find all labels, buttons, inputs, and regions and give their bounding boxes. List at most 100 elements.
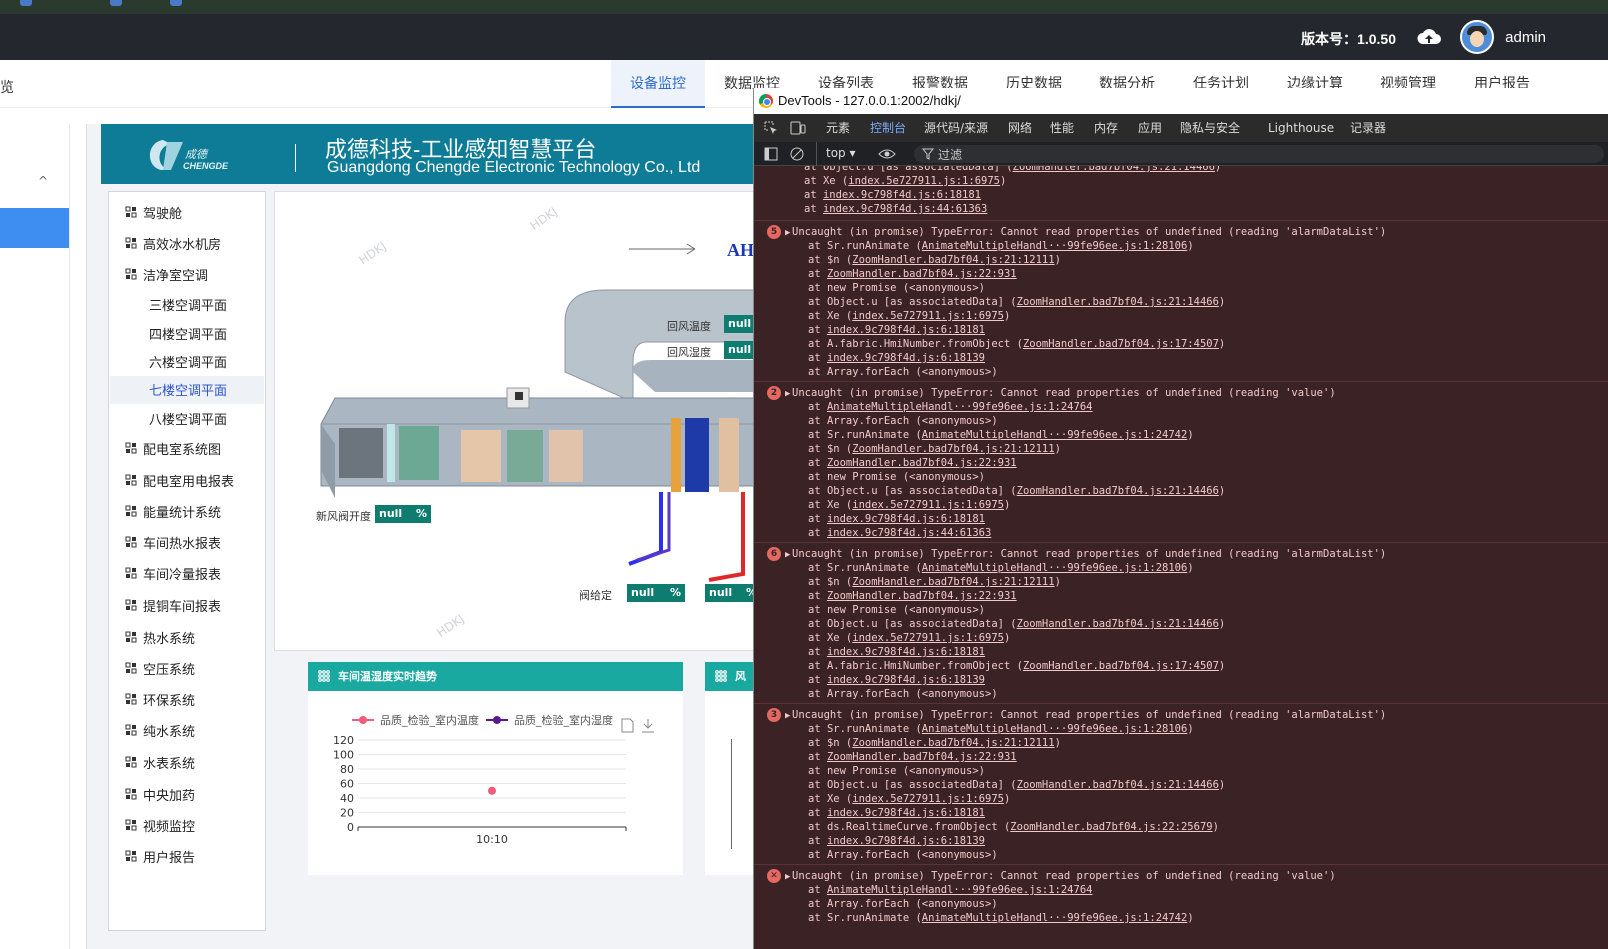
devtools-tab[interactable]: 性能: [1050, 114, 1074, 142]
menu-item[interactable]: 提铜车间报表: [125, 594, 221, 616]
source-link[interactable]: index.5e727911.js:1:6975: [852, 632, 1004, 644]
source-link[interactable]: ZoomHandler.bad7bf04.js:21:12111: [852, 576, 1054, 588]
devtools-tab[interactable]: 控制台: [870, 114, 907, 144]
console-error-entry[interactable]: 2 ▶ Uncaught (in promise) TypeError: Canno…: [754, 381, 1608, 542]
tab-device-monitor[interactable]: 设备监控: [611, 60, 705, 108]
source-link[interactable]: index.5e727911.js:1:6975: [852, 310, 1004, 322]
devtools-tab[interactable]: 记录器: [1350, 114, 1386, 142]
expand-triangle-icon[interactable]: ▶: [785, 709, 790, 723]
cloud-upload-icon[interactable]: [1416, 24, 1442, 50]
source-link[interactable]: ZoomHandler.bad7bf04.js:22:931: [827, 751, 1017, 763]
menu-item[interactable]: 高效冰水机房: [125, 232, 221, 254]
source-link[interactable]: index.9c798f4d.js:6:18139: [827, 674, 985, 686]
menu-item[interactable]: 三楼空调平面: [149, 293, 227, 315]
source-link[interactable]: ZoomHandler.bad7bf04.js:21:12111: [852, 443, 1054, 455]
inspect-icon[interactable]: [764, 121, 778, 135]
menu-item[interactable]: 纯水系统: [125, 719, 195, 741]
device-toolbar-icon[interactable]: [790, 121, 806, 135]
menu-item[interactable]: 能量统计系统: [125, 500, 221, 522]
menu-item[interactable]: 配电室用电报表: [125, 469, 234, 491]
source-link[interactable]: index.9c798f4d.js:44:61363: [823, 203, 987, 215]
source-link[interactable]: index.5e727911.js:1:6975: [848, 175, 1000, 187]
source-link[interactable]: index.5e727911.js:1:6975: [852, 793, 1004, 805]
source-link[interactable]: index.9c798f4d.js:6:18139: [827, 835, 985, 847]
source-link[interactable]: AnimateMultipleHandl···99fe96ee.js:1:247…: [922, 912, 1188, 924]
menu-item[interactable]: 车间冷量报表: [125, 562, 221, 584]
menu-item[interactable]: 八楼空调平面: [149, 407, 227, 429]
source-link[interactable]: index.9c798f4d.js:6:18181: [827, 646, 985, 658]
source-link[interactable]: index.9c798f4d.js:44:61363: [827, 527, 991, 539]
menu-item[interactable]: 中央加药: [125, 783, 195, 805]
expand-triangle-icon[interactable]: ▶: [785, 870, 790, 884]
menu-item[interactable]: 配电室系统图: [125, 437, 221, 459]
console-error-entry[interactable]: 3 ▶ Uncaught (in promise) TypeError: Canno…: [754, 703, 1608, 864]
console-error-entry[interactable]: 5 ▶ Uncaught (in promise) TypeError: Canno…: [754, 220, 1608, 381]
source-link[interactable]: index.9c798f4d.js:6:18181: [823, 189, 981, 201]
source-link[interactable]: ZoomHandler.bad7bf04.js:21:12111: [852, 737, 1054, 749]
menu-item[interactable]: 热水系统: [125, 626, 195, 648]
expand-triangle-icon[interactable]: ▶: [785, 387, 790, 401]
menu-item[interactable]: 驾驶舱: [125, 201, 182, 223]
source-link[interactable]: ZoomHandler.bad7bf04.js:17:4507: [1023, 660, 1219, 672]
source-link[interactable]: ZoomHandler.bad7bf04.js:21:14466: [1017, 618, 1219, 630]
source-link[interactable]: ZoomHandler.bad7bf04.js:17:4507: [1023, 338, 1219, 350]
menu-item-label: 环保系统: [143, 693, 196, 709]
source-link[interactable]: index.9c798f4d.js:6:18181: [827, 324, 985, 336]
outer-sidebar-selected-item[interactable]: [0, 208, 69, 248]
sidebar-toggle-icon[interactable]: [764, 147, 778, 161]
source-link[interactable]: ZoomHandler.bad7bf04.js:22:931: [827, 590, 1017, 602]
menu-item[interactable]: 用户报告: [125, 845, 195, 867]
source-link[interactable]: AnimateMultipleHandl···99fe96ee.js:1:281…: [922, 240, 1188, 252]
source-link[interactable]: AnimateMultipleHandl···99fe96ee.js:1:281…: [922, 562, 1188, 574]
tab-icon[interactable]: [170, 0, 182, 6]
devtools-tab[interactable]: 隐私与安全: [1180, 114, 1240, 142]
source-link[interactable]: ZoomHandler.bad7bf04.js:21:14466: [1017, 296, 1219, 308]
expand-triangle-icon[interactable]: ▶: [785, 226, 790, 240]
menu-item[interactable]: 环保系统: [125, 688, 195, 710]
source-link[interactable]: ZoomHandler.bad7bf04.js:22:931: [827, 268, 1017, 280]
menu-item[interactable]: 车间热水报表: [125, 531, 221, 553]
menu-item[interactable]: 六楼空调平面: [149, 350, 227, 372]
devtools-tab[interactable]: 网络: [1008, 114, 1032, 142]
source-link[interactable]: index.9c798f4d.js:6:18139: [827, 352, 985, 364]
menu-item[interactable]: 洁净室空调: [125, 263, 208, 285]
frame-text: at A.fabric.HmiNumber.fromObject (: [808, 338, 1023, 350]
source-link[interactable]: ZoomHandler.bad7bf04.js:21:14466: [1013, 166, 1215, 173]
expand-triangle-icon[interactable]: ▶: [785, 548, 790, 562]
devtools-tab[interactable]: Lighthouse: [1268, 114, 1334, 142]
username[interactable]: admin: [1505, 29, 1546, 46]
source-link[interactable]: index.9c798f4d.js:6:18181: [827, 807, 985, 819]
menu-item[interactable]: 空压系统: [125, 657, 195, 679]
source-link[interactable]: ZoomHandler.bad7bf04.js:21:14466: [1017, 485, 1219, 497]
devtools-tab[interactable]: 内存: [1094, 114, 1118, 142]
eye-icon[interactable]: [878, 147, 896, 161]
devtools-tab[interactable]: 元素: [826, 114, 850, 142]
source-link[interactable]: AnimateMultipleHandl···99fe96ee.js:1:247…: [827, 401, 1093, 413]
source-link[interactable]: AnimateMultipleHandl···99fe96ee.js:1:281…: [922, 723, 1188, 735]
source-link[interactable]: AnimateMultipleHandl···99fe96ee.js:1:247…: [827, 884, 1093, 896]
context-selector[interactable]: top ▾: [826, 146, 856, 160]
menu-item[interactable]: 视频监控: [125, 814, 195, 836]
devtools-tab[interactable]: 应用: [1138, 114, 1162, 142]
devtools-tab[interactable]: 源代码/来源: [924, 114, 988, 142]
source-link[interactable]: AnimateMultipleHandl···99fe96ee.js:1:247…: [922, 429, 1188, 441]
chevron-up-icon[interactable]: ^: [38, 174, 48, 188]
tab-icon[interactable]: [110, 0, 122, 6]
source-link[interactable]: ZoomHandler.bad7bf04.js:21:12111: [852, 254, 1054, 266]
avatar[interactable]: [1460, 20, 1494, 54]
source-link[interactable]: ZoomHandler.bad7bf04.js:21:14466: [1017, 779, 1219, 791]
source-link[interactable]: ZoomHandler.bad7bf04.js:22:25679: [1010, 821, 1212, 833]
filter-input[interactable]: 过滤: [914, 145, 1604, 163]
menu-item[interactable]: 七楼空调平面: [149, 378, 227, 400]
source-link[interactable]: ZoomHandler.bad7bf04.js:22:931: [827, 457, 1017, 469]
nav-left-text[interactable]: 览: [0, 77, 14, 97]
console-error-entry[interactable]: at Object.u [as associatedData] (ZoomHan…: [754, 166, 1608, 220]
menu-item[interactable]: 水表系统: [125, 751, 195, 773]
source-link[interactable]: index.9c798f4d.js:6:18181: [827, 513, 985, 525]
console-error-entry[interactable]: 6 ▶ Uncaught (in promise) TypeError: Canno…: [754, 542, 1608, 703]
console-error-entry[interactable]: ✕ ▶ Uncaught (in promise) TypeError: Canno…: [754, 864, 1608, 927]
menu-item[interactable]: 四楼空调平面: [149, 322, 227, 344]
source-link[interactable]: index.5e727911.js:1:6975: [852, 499, 1004, 511]
tab-icon[interactable]: [20, 0, 32, 6]
clear-console-icon[interactable]: [790, 147, 804, 161]
